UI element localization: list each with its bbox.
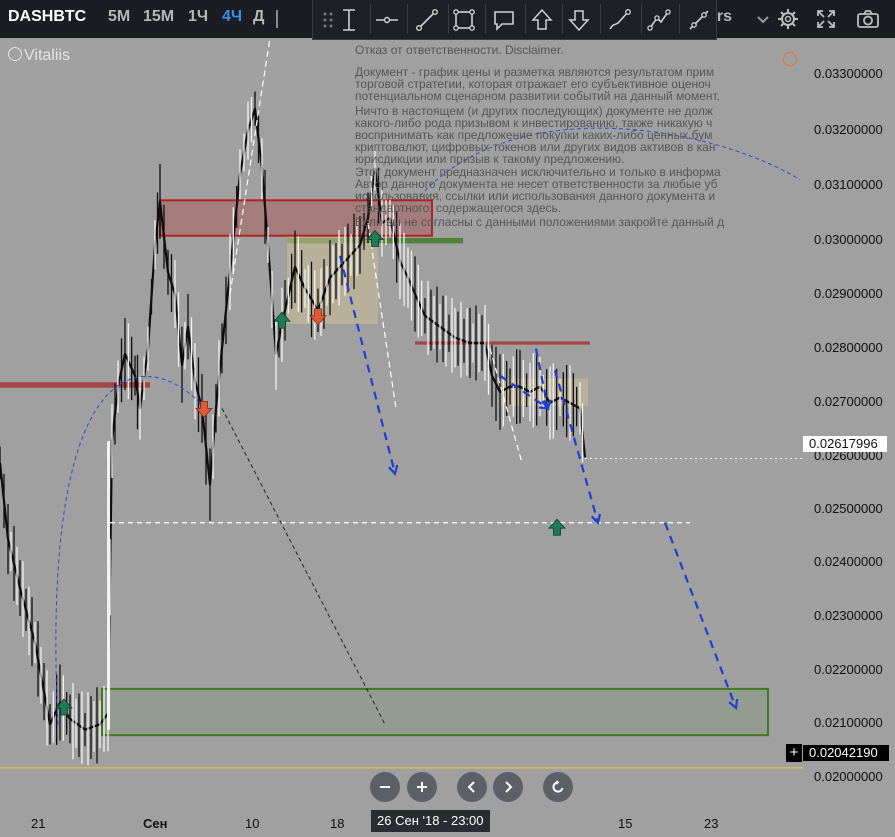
bars-style-icon[interactable] [276, 10, 286, 28]
zone-resistance-line [415, 341, 590, 345]
time-cursor-label: 26 Сен '18 - 23:00 [371, 810, 490, 832]
timeframe-4h[interactable]: 4Ч [222, 8, 242, 26]
horizontal-line-icon[interactable] [373, 6, 401, 34]
forecast-arrow-head [590, 513, 602, 525]
time-tick: 18 [330, 816, 345, 831]
scroll-right-icon [505, 781, 513, 793]
time-tick: 10 [245, 816, 260, 831]
timeframe-5m[interactable]: 5M [108, 8, 130, 26]
current-price-tag: 0.02617996 [803, 436, 887, 452]
disclaimer-line: юрисдикции или призыв к такому предложен… [355, 152, 625, 166]
chart-app: DASHBTC 5M 15M 1Ч 4Ч Д ers Vitaliis Отка… [0, 0, 895, 837]
rectangle-icon[interactable] [450, 6, 478, 34]
price-tick: 0.02500000 [814, 501, 883, 516]
timeframe-1h[interactable]: 1Ч [188, 8, 208, 26]
price-tick: 0.02800000 [814, 340, 883, 355]
arrow-up-icon[interactable] [528, 6, 556, 34]
time-tick: 23 [704, 816, 719, 831]
trend-line-icon[interactable] [413, 6, 441, 34]
drawing-toolbar [312, 0, 717, 40]
time-tick: 15 [618, 816, 633, 831]
zoom-in-icon [417, 782, 427, 792]
chevron-down-icon[interactable] [750, 6, 776, 32]
time-tick: Сен [143, 816, 168, 831]
path-icon[interactable] [645, 6, 673, 34]
arrow-down-icon[interactable] [565, 6, 593, 34]
zoom-in-button[interactable] [407, 772, 437, 802]
forecast-path [221, 408, 386, 725]
zone-support [101, 687, 769, 737]
disclaimer-line: Если вы не согласны с данными положениям… [355, 215, 725, 229]
reset-chart-button[interactable] [543, 772, 573, 802]
price-tick: 0.02200000 [814, 662, 883, 677]
globe-icon [8, 47, 22, 61]
price-tick: 0.02300000 [814, 608, 883, 623]
disclaimer-line: потенциальном сценарном развитии событий… [355, 89, 721, 103]
candle-body [107, 441, 110, 730]
price-tick: 0.03300000 [814, 66, 883, 81]
author-watermark: Vitaliis [8, 47, 70, 65]
alert-clock-icon[interactable] [783, 52, 797, 66]
add-alert-plus-icon[interactable]: + [786, 744, 802, 762]
price-axis[interactable]: 0.03300000 0.03200000 0.03100000 0.03000… [786, 38, 895, 806]
forecast-arrow [663, 522, 738, 709]
price-tick: 0.02900000 [814, 286, 883, 301]
camera-icon[interactable] [855, 6, 881, 32]
zone-resistance-line [0, 382, 150, 388]
fullscreen-icon[interactable] [813, 6, 839, 32]
price-tick: 0.02700000 [814, 394, 883, 409]
buy-marker [548, 518, 566, 536]
price-tick: 0.03200000 [814, 122, 883, 137]
callout-icon[interactable] [490, 6, 518, 34]
disclaimer-title: Отказ от ответственности. Disclaimer. [355, 43, 564, 57]
channel-line [229, 38, 271, 295]
forecast-arc [55, 376, 201, 725]
scroll-left-button[interactable] [457, 772, 487, 802]
time-axis[interactable]: 21 Сен 10 18 15 23 26 Сен '18 - 23:00 [0, 806, 803, 837]
timeframe-1d[interactable]: Д [253, 8, 264, 26]
price-tick: 0.02400000 [814, 554, 883, 569]
zoom-out-icon [380, 786, 390, 788]
price-tick: 0.02100000 [814, 715, 883, 730]
scroll-right-button[interactable] [493, 772, 523, 802]
price-tick: 0.02000000 [814, 769, 883, 784]
brush-icon[interactable] [606, 6, 634, 34]
scroll-left-icon [467, 781, 475, 793]
zoom-out-button[interactable] [370, 772, 400, 802]
vertical-line-icon[interactable] [335, 6, 363, 34]
reset-icon [552, 780, 564, 793]
disclaimer-line: стандартного, содержащегося здесь. [355, 201, 562, 215]
author-name: Vitaliis [24, 47, 70, 64]
timeframe-15m[interactable]: 15M [143, 8, 174, 26]
settings-gear-icon[interactable] [775, 6, 801, 32]
price-tick: 0.03000000 [814, 232, 883, 247]
price-tick: 0.03100000 [814, 177, 883, 192]
time-tick: 21 [31, 816, 46, 831]
symbol-label[interactable]: DASHBTC [8, 8, 86, 26]
crosshair-price-tag: 0.02042190 [803, 745, 889, 761]
pen-icon[interactable] [685, 6, 713, 34]
